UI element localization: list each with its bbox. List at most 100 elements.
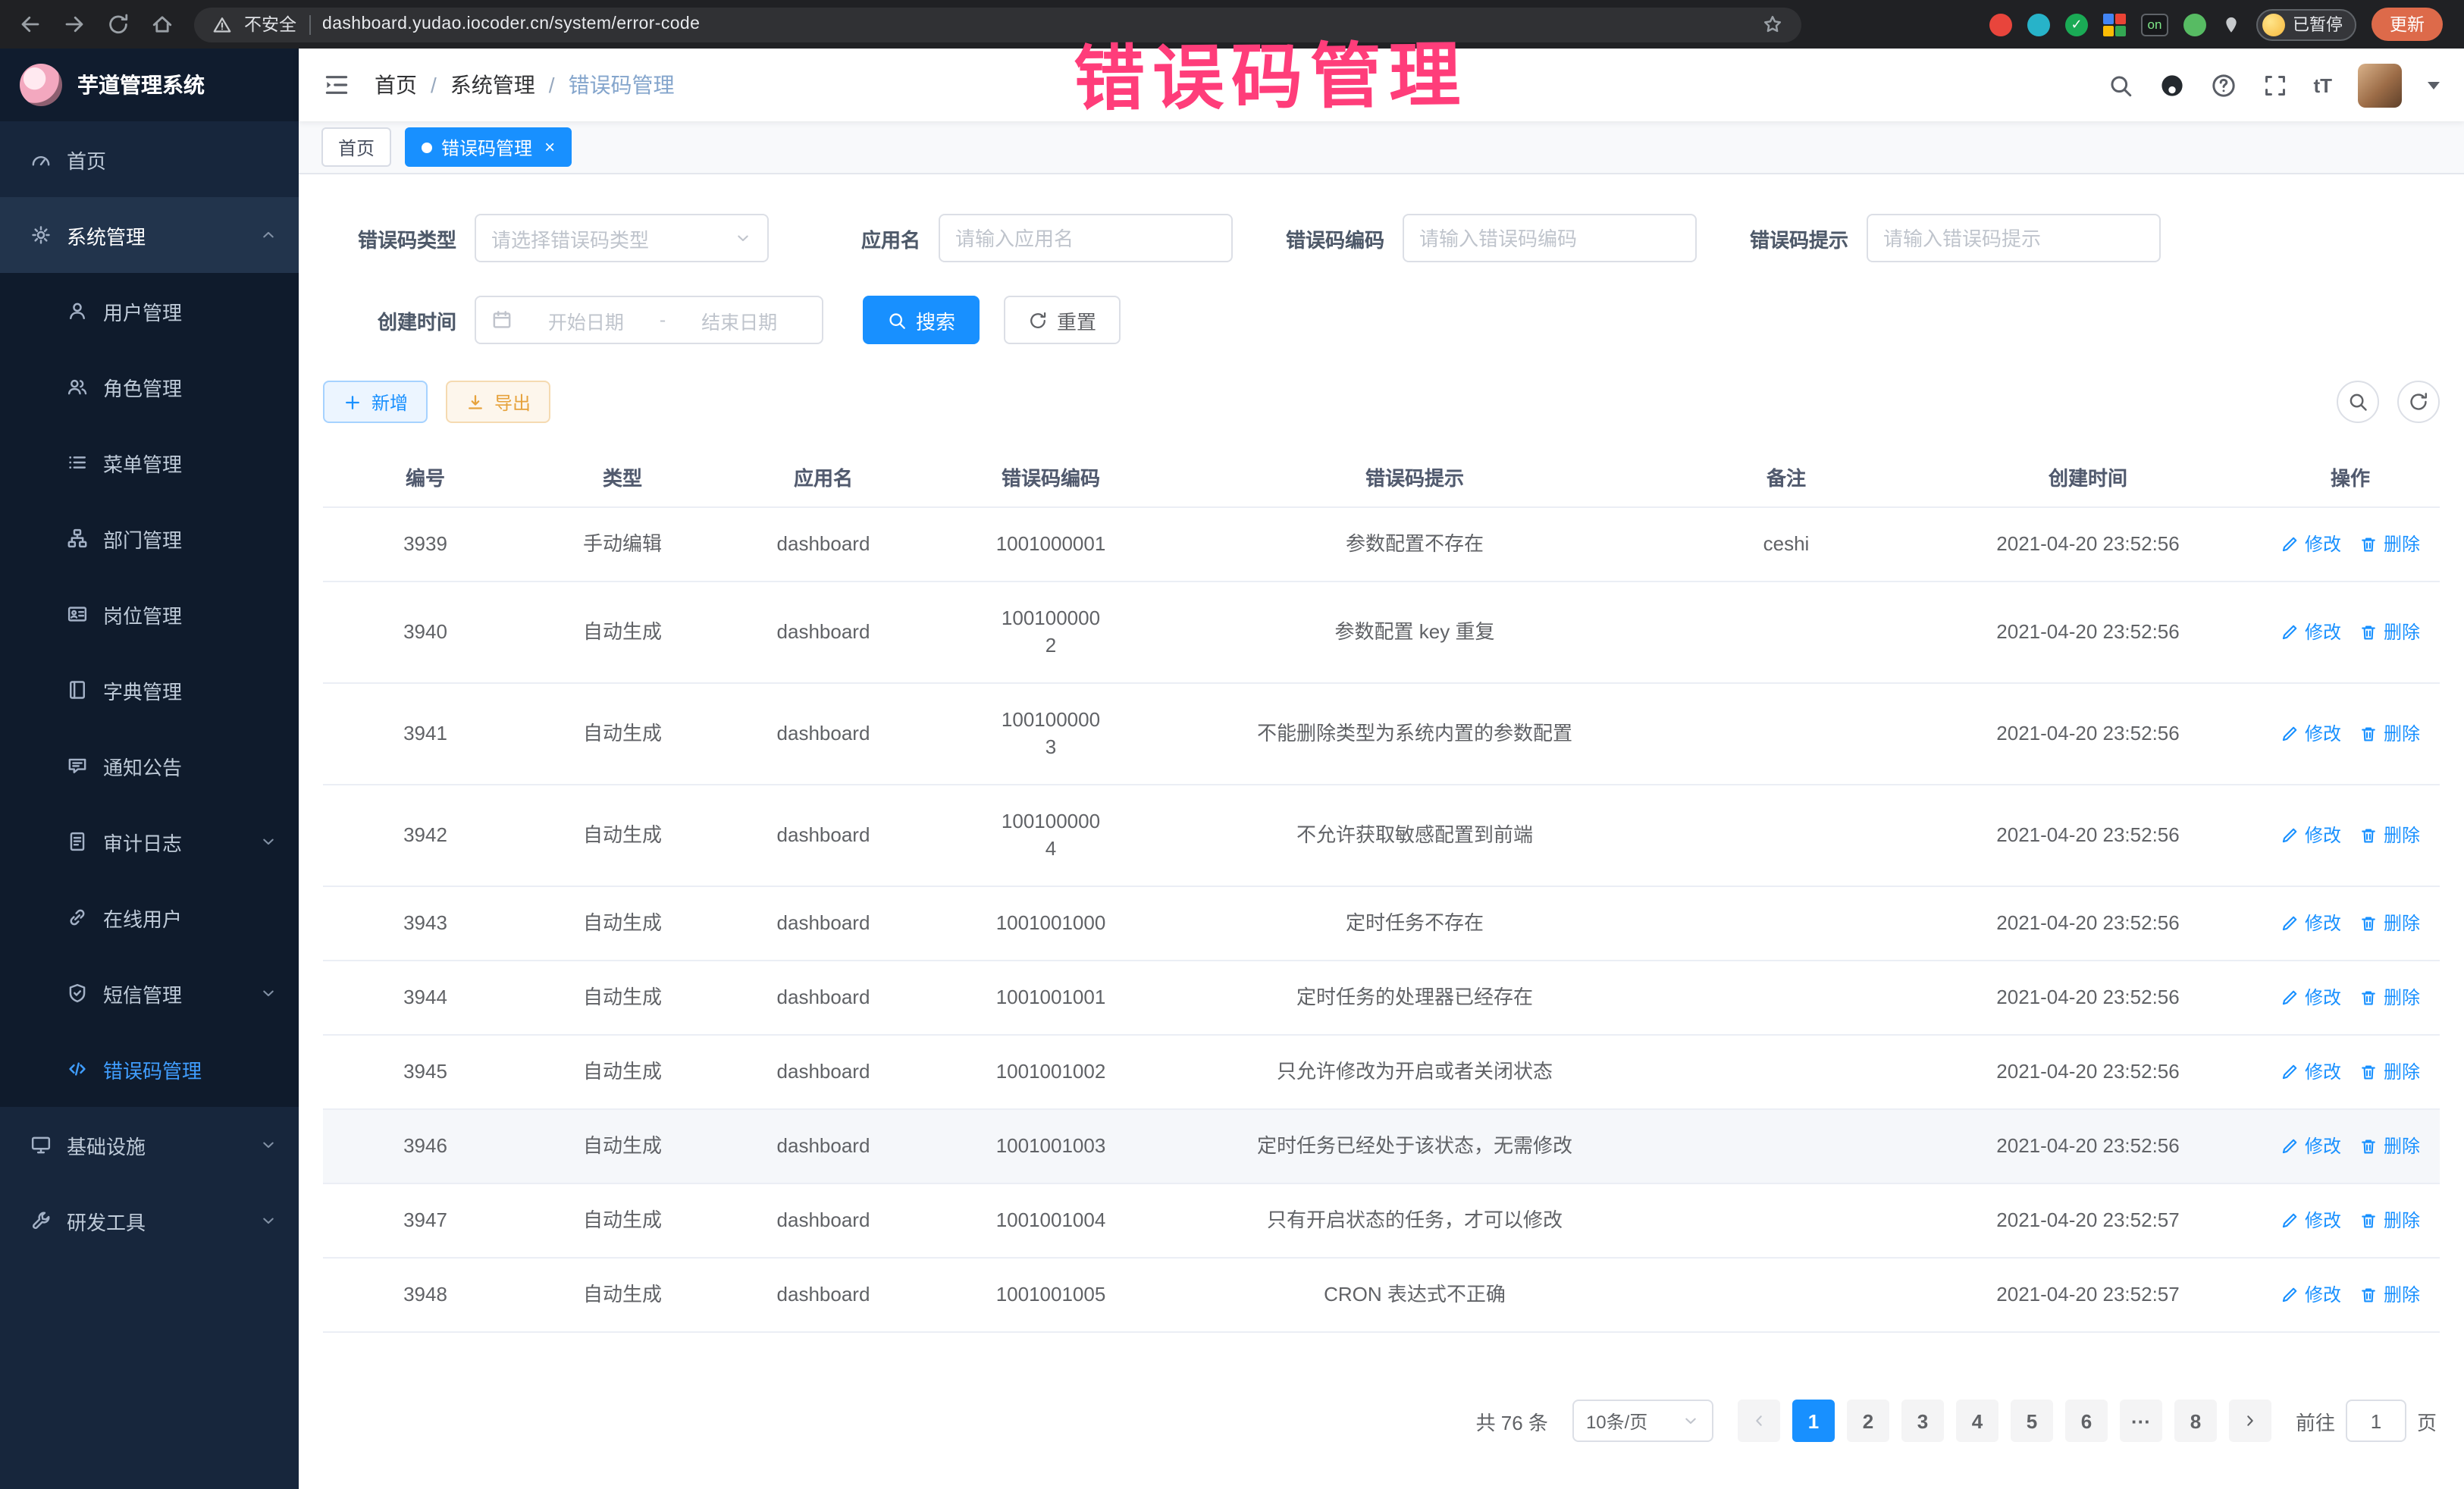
extension-on-badge[interactable]: on [2141, 13, 2168, 36]
sidebar-item-sms[interactable]: 短信管理 [0, 955, 299, 1031]
search-button[interactable]: 搜索 [863, 296, 980, 344]
breadcrumb-home[interactable]: 首页 [375, 70, 417, 100]
op-label: 删除 [2384, 1058, 2420, 1086]
edit-button[interactable]: 修改 [2281, 720, 2341, 748]
tab-home[interactable]: 首页 [321, 127, 391, 167]
sidebar-item-devtool[interactable]: 研发工具 [0, 1183, 299, 1259]
cell-app: dashboard [717, 887, 929, 960]
edit-button[interactable]: 修改 [2281, 984, 2341, 1011]
page-button-8[interactable]: 8 [2174, 1400, 2217, 1442]
toggle-search-button[interactable] [2337, 381, 2379, 423]
delete-button[interactable]: 删除 [2359, 822, 2420, 849]
delete-button[interactable]: 删除 [2359, 1133, 2420, 1160]
sidebar-item-audit[interactable]: 审计日志 [0, 804, 299, 879]
page-button-5[interactable]: 5 [2011, 1400, 2053, 1442]
delete-button[interactable]: 删除 [2359, 619, 2420, 646]
caret-down-icon[interactable] [2428, 81, 2440, 89]
tab-error-code[interactable]: 错误码管理 × [405, 127, 572, 167]
error-code-input[interactable] [1403, 214, 1697, 262]
extension-icon-leaf[interactable] [2183, 13, 2206, 36]
address-bar[interactable]: 不安全 dashboard.yudao.iocoder.cn/system/er… [194, 7, 1801, 42]
page-ellipsis[interactable]: ··· [2120, 1400, 2162, 1442]
browser-reload-icon[interactable] [106, 12, 130, 36]
edit-button[interactable]: 修改 [2281, 822, 2341, 849]
edit-button[interactable]: 修改 [2281, 531, 2341, 558]
browser-update-button[interactable]: 更新 [2372, 8, 2443, 41]
extension-icon-teal[interactable] [2027, 13, 2050, 36]
page-button-6[interactable]: 6 [2065, 1400, 2108, 1442]
extension-icon-check[interactable] [2065, 13, 2088, 36]
sidebar-item-role[interactable]: 角色管理 [0, 349, 299, 425]
extension-icon-red[interactable] [1989, 13, 2012, 36]
op-label: 删除 [2384, 531, 2420, 558]
sidebar-item-notice[interactable]: 通知公告 [0, 728, 299, 804]
goto-page-input[interactable] [2346, 1400, 2406, 1442]
extension-icon-grid[interactable] [2103, 13, 2126, 36]
delete-button[interactable]: 删除 [2359, 531, 2420, 558]
add-button[interactable]: 新增 [323, 381, 428, 423]
pagination: 共 76 条 10条/页 123456···8 前往 页 [323, 1400, 2440, 1442]
delete-button[interactable]: 删除 [2359, 1207, 2420, 1234]
sidebar-item-menu[interactable]: 菜单管理 [0, 425, 299, 500]
goto-prefix: 前往 [2296, 1406, 2335, 1435]
sidebar-item-online[interactable]: 在线用户 [0, 879, 299, 955]
edit-button[interactable]: 修改 [2281, 910, 2341, 937]
cell-operations: 修改 删除 [2261, 1036, 2440, 1108]
edit-button[interactable]: 修改 [2281, 1281, 2341, 1309]
github-icon[interactable] [2158, 72, 2184, 98]
op-label: 修改 [2305, 1133, 2341, 1160]
edit-button[interactable]: 修改 [2281, 1058, 2341, 1086]
page-size-select[interactable]: 10条/页 [1572, 1400, 1713, 1442]
delete-button[interactable]: 删除 [2359, 984, 2420, 1011]
edit-button[interactable]: 修改 [2281, 619, 2341, 646]
app-logo[interactable]: 芋道管理系统 [0, 49, 299, 121]
bookmark-star-icon[interactable] [1762, 14, 1783, 35]
browser-home-icon[interactable] [150, 12, 174, 36]
extension-pin-icon[interactable] [2221, 14, 2241, 34]
error-type-select[interactable]: 请选择错误码类型 [475, 214, 769, 262]
sidebar-item-home[interactable]: 首页 [0, 121, 299, 197]
page-button-3[interactable]: 3 [1901, 1400, 1944, 1442]
sidebar-item-post[interactable]: 岗位管理 [0, 576, 299, 652]
font-size-icon[interactable]: tT [2313, 74, 2332, 96]
sidebar-item-errorcode[interactable]: 错误码管理 [0, 1031, 299, 1107]
help-icon[interactable] [2210, 72, 2236, 98]
prev-page-button[interactable] [1738, 1400, 1780, 1442]
date-range-picker[interactable]: 开始日期 - 结束日期 [475, 296, 823, 344]
sidebar-collapse-icon[interactable] [323, 71, 350, 99]
profile-paused-badge[interactable]: 已暂停 [2256, 8, 2356, 40]
tab-close-icon[interactable]: × [544, 138, 555, 156]
cell-memo [1657, 610, 1915, 655]
column-header: 操作 [2261, 462, 2440, 491]
sidebar-item-dept[interactable]: 部门管理 [0, 500, 299, 576]
search-icon[interactable] [2107, 72, 2133, 98]
export-button[interactable]: 导出 [446, 381, 550, 423]
page-button-2[interactable]: 2 [1847, 1400, 1889, 1442]
security-warning-icon[interactable] [212, 14, 232, 34]
next-page-button[interactable] [2229, 1400, 2271, 1442]
app-name-input[interactable] [939, 214, 1233, 262]
edit-button[interactable]: 修改 [2281, 1133, 2341, 1160]
breadcrumb-section[interactable]: 系统管理 [450, 70, 535, 100]
sidebar-item-infra[interactable]: 基础设施 [0, 1107, 299, 1183]
sidebar-item-system[interactable]: 系统管理 [0, 197, 299, 273]
page-button-1[interactable]: 1 [1792, 1400, 1835, 1442]
delete-button[interactable]: 删除 [2359, 1058, 2420, 1086]
browser-back-icon[interactable] [18, 12, 42, 36]
reset-button[interactable]: 重置 [1004, 296, 1121, 344]
tab-label: 错误码管理 [441, 134, 532, 160]
cell-memo [1657, 1049, 1915, 1095]
delete-button[interactable]: 删除 [2359, 1281, 2420, 1309]
browser-forward-icon[interactable] [62, 12, 86, 36]
sidebar-item-dict[interactable]: 字典管理 [0, 652, 299, 728]
delete-button[interactable]: 删除 [2359, 910, 2420, 937]
fullscreen-icon[interactable] [2262, 72, 2287, 98]
edit-button[interactable]: 修改 [2281, 1207, 2341, 1234]
refresh-table-button[interactable] [2397, 381, 2440, 423]
error-message-input[interactable] [1867, 214, 2161, 262]
user-avatar[interactable] [2358, 63, 2402, 107]
sidebar-item-user[interactable]: 用户管理 [0, 273, 299, 349]
delete-button[interactable]: 删除 [2359, 720, 2420, 748]
page-button-4[interactable]: 4 [1956, 1400, 1998, 1442]
cell-memo [1657, 901, 1915, 946]
